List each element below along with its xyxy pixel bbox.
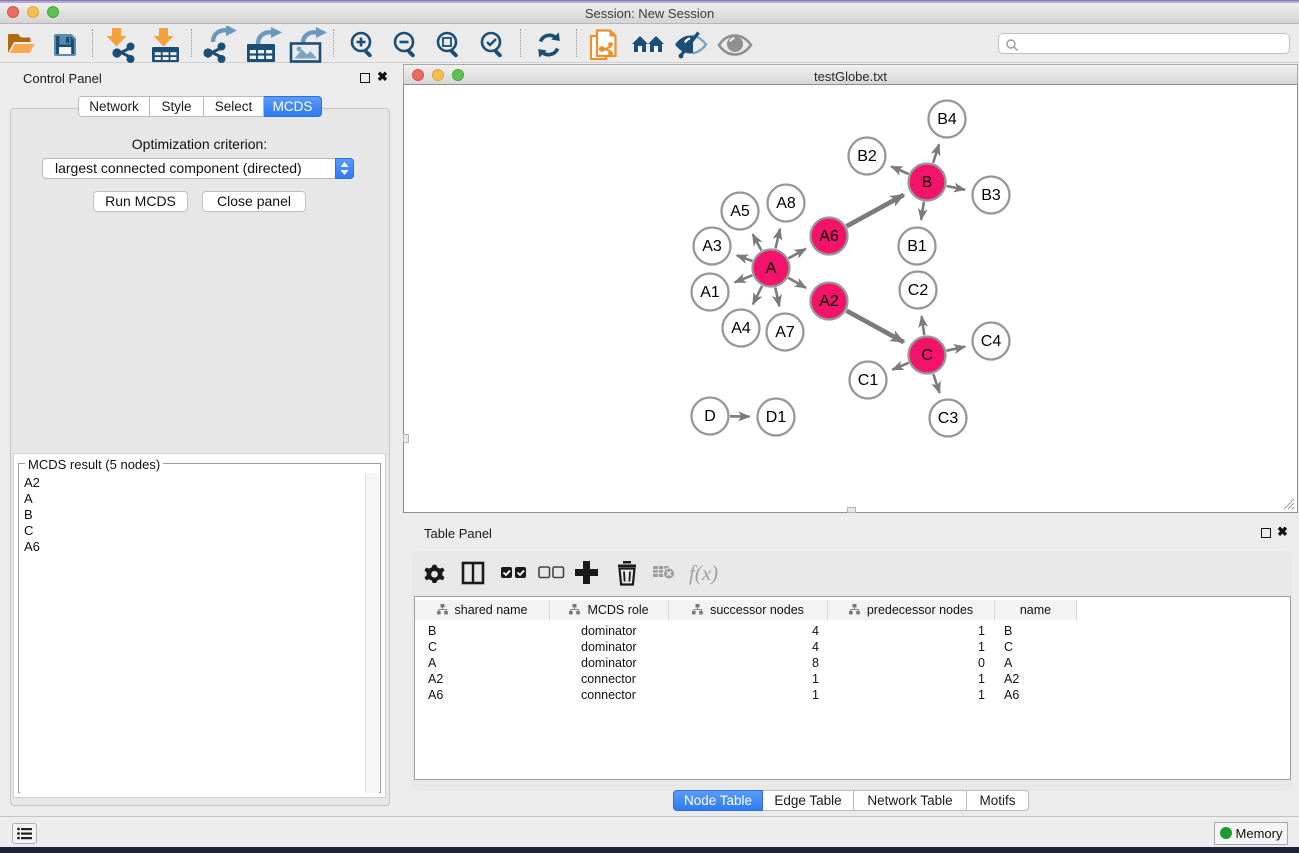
svg-text:B4: B4	[937, 111, 957, 128]
svg-text:A4: A4	[731, 320, 751, 337]
svg-text:C1: C1	[858, 372, 879, 389]
svg-text:B1: B1	[907, 238, 927, 255]
svg-text:D: D	[704, 408, 716, 425]
svg-text:A2: A2	[819, 293, 839, 310]
svg-text:B2: B2	[857, 148, 877, 165]
svg-text:D1: D1	[766, 409, 787, 426]
svg-text:B3: B3	[981, 187, 1001, 204]
svg-text:A7: A7	[775, 324, 795, 341]
svg-text:f(x): f(x)	[689, 561, 718, 585]
svg-text:A3: A3	[702, 238, 722, 255]
svg-text:A6: A6	[819, 228, 839, 245]
svg-text:C: C	[921, 347, 933, 364]
svg-text:C3: C3	[938, 410, 959, 427]
svg-text:A1: A1	[700, 284, 720, 301]
svg-text:A8: A8	[776, 195, 796, 212]
svg-text:C4: C4	[981, 333, 1002, 350]
svg-text:C2: C2	[908, 282, 929, 299]
svg-text:A: A	[766, 260, 777, 277]
svg-text:A5: A5	[730, 203, 750, 220]
svg-text:B: B	[922, 174, 933, 191]
